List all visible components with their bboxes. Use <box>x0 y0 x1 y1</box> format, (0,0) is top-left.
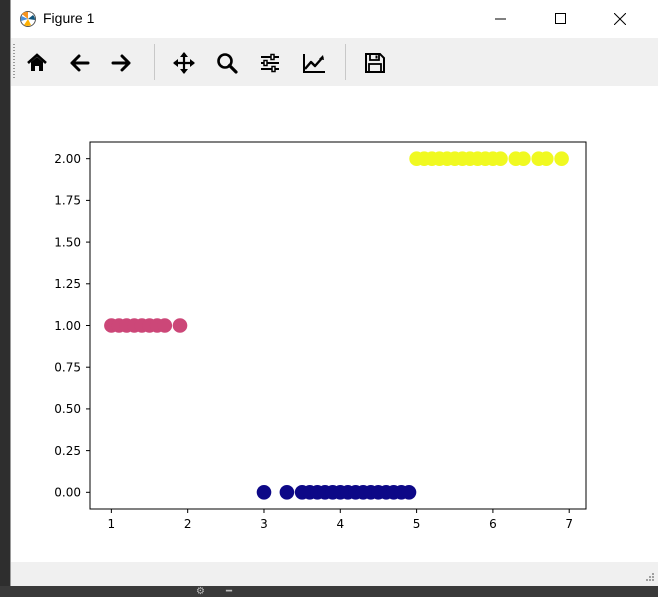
y-tick-label: 1.75 <box>54 194 81 208</box>
pan-button[interactable] <box>167 46 201 80</box>
toolbar-separator <box>154 44 155 80</box>
title-bar[interactable]: Figure 1 <box>11 0 658 38</box>
desktop-background <box>0 0 10 597</box>
y-tick-label: 1.00 <box>54 319 81 333</box>
home-button[interactable] <box>20 46 54 80</box>
x-tick-label: 5 <box>413 517 421 531</box>
x-tick-label: 3 <box>260 517 268 531</box>
y-tick-label: 1.50 <box>54 235 81 249</box>
floppy-disk-icon <box>365 53 385 73</box>
matplotlib-logo-icon <box>20 11 36 27</box>
subplots-button[interactable] <box>253 46 287 80</box>
data-point <box>157 318 173 333</box>
data-point <box>279 485 295 500</box>
minimize-button[interactable] <box>478 0 524 38</box>
figure-canvas[interactable]: 1 2 3 4 5 6 7 0.00 0.25 0.50 0.75 1.00 1.25 1.50 1.75… <box>11 86 658 562</box>
x-tick-label: 4 <box>336 517 344 531</box>
maximize-button[interactable] <box>538 0 584 38</box>
data-point <box>516 151 531 166</box>
y-tick-label: 0.00 <box>54 486 81 500</box>
zoom-button[interactable] <box>210 46 244 80</box>
customize-button[interactable] <box>297 46 331 80</box>
x-tick-label: 1 <box>108 517 116 531</box>
back-button[interactable] <box>62 46 96 80</box>
sliders-icon <box>261 53 279 73</box>
y-tick-label: 0.50 <box>54 402 81 416</box>
y-tick-label: 0.75 <box>54 361 81 375</box>
data-point <box>401 485 417 500</box>
save-button[interactable] <box>358 46 392 80</box>
y-tick-label: 1.25 <box>54 277 81 291</box>
arrow-right-icon <box>111 54 131 72</box>
gear-icon: ⚙ <box>196 586 205 597</box>
forward-button[interactable] <box>105 46 139 80</box>
data-point <box>539 151 554 166</box>
status-bar <box>11 562 658 586</box>
move-icon <box>173 52 195 74</box>
x-tick-label: 6 <box>489 517 497 531</box>
navigation-toolbar <box>11 38 658 86</box>
close-button[interactable] <box>597 0 643 38</box>
toolbar-separator <box>345 44 346 80</box>
line-chart-icon <box>303 54 325 73</box>
resize-grip-icon[interactable] <box>644 573 654 583</box>
maximize-icon <box>555 13 566 24</box>
y-tick-label: 2.00 <box>54 152 81 166</box>
minimize-icon <box>495 18 506 20</box>
y-tick-label: 0.25 <box>54 444 81 458</box>
arrow-left-icon <box>70 54 90 72</box>
data-point <box>554 151 569 166</box>
window-title: Figure 1 <box>43 10 95 26</box>
x-tick-label: 2 <box>184 517 192 531</box>
data-point <box>172 318 188 333</box>
data-point <box>256 485 272 500</box>
close-icon <box>614 13 626 25</box>
taskbar-edge: ⚙ ━ <box>0 586 658 597</box>
home-icon <box>27 53 47 71</box>
scatter-plot: 1 2 3 4 5 6 7 0.00 0.25 0.50 0.75 1.00 1.25 1.50 1.75… <box>54 141 587 531</box>
x-tick-label: 7 <box>565 517 573 531</box>
toolbar-grip[interactable] <box>13 44 15 80</box>
minus-icon: ━ <box>226 586 233 597</box>
figure-window: Figure 1 1 2 3 4 5 6 7 0.00 0.25 0.50 0.… <box>10 0 658 586</box>
magnifier-icon <box>217 53 238 74</box>
data-point <box>493 151 508 166</box>
